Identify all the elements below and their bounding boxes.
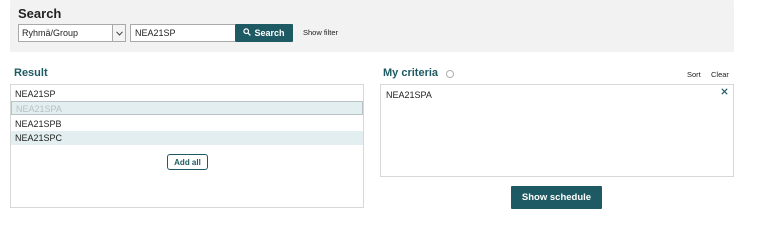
search-panel: Search Ryhmä/Group NEA21SP Search Show f… xyxy=(10,0,734,52)
sort-link[interactable]: Sort xyxy=(687,70,701,79)
search-icon xyxy=(243,28,252,38)
result-item[interactable]: NEA21SPC xyxy=(11,131,363,145)
show-filter-link[interactable]: Show filter xyxy=(303,28,338,37)
chevron-down-icon[interactable] xyxy=(112,25,125,41)
criteria-list: NEA21SPA xyxy=(380,84,734,177)
info-icon[interactable] xyxy=(446,70,454,78)
group-select-value: Ryhmä/Group xyxy=(22,28,79,38)
search-title: Search xyxy=(18,6,62,21)
clear-link[interactable]: Clear xyxy=(711,70,729,79)
result-list: NEA21SP NEA21SPA NEA21SPB NEA21SPC Add a… xyxy=(10,84,364,208)
result-item[interactable]: NEA21SPA xyxy=(11,101,363,115)
search-input[interactable]: NEA21SP xyxy=(130,24,235,42)
result-item[interactable]: NEA21SP xyxy=(11,87,363,101)
criteria-item: NEA21SPA xyxy=(386,90,432,100)
result-item[interactable]: NEA21SPB xyxy=(11,117,363,131)
add-all-button[interactable]: Add all xyxy=(167,154,208,170)
criteria-title: My criteria xyxy=(383,67,439,79)
search-button-label: Search xyxy=(254,28,285,38)
result-title: Result xyxy=(14,67,48,79)
show-schedule-button[interactable]: Show schedule xyxy=(511,186,602,209)
close-icon[interactable] xyxy=(721,88,728,98)
search-button[interactable]: Search xyxy=(235,24,293,42)
group-select[interactable]: Ryhmä/Group xyxy=(18,24,126,42)
